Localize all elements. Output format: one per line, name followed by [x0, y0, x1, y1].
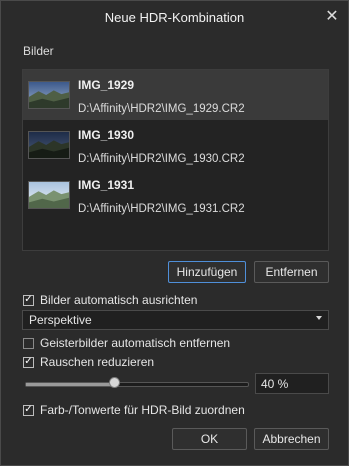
noise-reduction-option[interactable]: ✓ Rauschen reduzieren	[23, 355, 154, 369]
image-thumbnail	[28, 131, 70, 159]
ghost-removal-option[interactable]: Geisterbilder automatisch entfernen	[23, 336, 230, 350]
slider-fill	[26, 383, 115, 386]
dialog-title: Neue HDR-Kombination	[104, 9, 245, 25]
image-name: IMG_1930	[78, 128, 135, 142]
noise-reduction-checkbox[interactable]: ✓	[23, 356, 34, 368]
chevron-down-icon	[316, 316, 322, 320]
image-path: D:\Affinity\HDR2\IMG_1929.CR2	[78, 103, 245, 115]
list-item[interactable]: IMG_1929 D:\Affinity\HDR2\IMG_1929.CR2	[23, 70, 328, 120]
image-name: IMG_1929	[78, 78, 135, 92]
remove-button[interactable]: Entfernen	[254, 261, 329, 283]
close-icon[interactable]: ✕	[324, 9, 340, 25]
tone-map-checkbox[interactable]: ✓	[23, 404, 34, 416]
ok-button[interactable]: OK	[172, 428, 247, 450]
images-list[interactable]: IMG_1929 D:\Affinity\HDR2\IMG_1929.CR2 I…	[22, 69, 329, 251]
list-item[interactable]: IMG_1930 D:\Affinity\HDR2\IMG_1930.CR2	[23, 120, 328, 170]
title-bar: Neue HDR-Kombination ✕	[1, 1, 348, 33]
image-thumbnail	[28, 81, 70, 109]
image-thumbnail	[28, 181, 70, 209]
add-button[interactable]: Hinzufügen	[168, 261, 246, 283]
noise-reduction-label: Rauschen reduzieren	[40, 355, 155, 369]
auto-align-label: Bilder automatisch ausrichten	[40, 293, 198, 307]
list-item[interactable]: IMG_1931 D:\Affinity\HDR2\IMG_1931.CR2	[23, 170, 328, 220]
align-method-select[interactable]: Perspektive	[22, 310, 329, 330]
hdr-merge-dialog: Neue HDR-Kombination ✕ Bilder IMG_1929 D…	[0, 0, 349, 466]
noise-reduction-slider[interactable]	[25, 382, 249, 387]
auto-align-option[interactable]: ✓ Bilder automatisch ausrichten	[23, 293, 197, 307]
cancel-button[interactable]: Abbrechen	[254, 428, 329, 450]
align-method-value: Perspektive	[29, 313, 92, 327]
ghost-removal-checkbox[interactable]	[23, 337, 34, 349]
slider-thumb[interactable]	[108, 377, 120, 388]
noise-reduction-value-field[interactable]: 40 %	[255, 373, 329, 394]
image-name: IMG_1931	[78, 178, 135, 192]
image-path: D:\Affinity\HDR2\IMG_1930.CR2	[78, 153, 245, 165]
image-path: D:\Affinity\HDR2\IMG_1931.CR2	[78, 203, 245, 215]
auto-align-checkbox[interactable]: ✓	[23, 294, 34, 306]
ghost-removal-label: Geisterbilder automatisch entfernen	[40, 336, 231, 350]
tone-map-label: Farb-/Tonwerte für HDR-Bild zuordnen	[40, 403, 245, 417]
images-section-label: Bilder	[23, 44, 54, 58]
tone-map-option[interactable]: ✓ Farb-/Tonwerte für HDR-Bild zuordnen	[23, 403, 245, 417]
